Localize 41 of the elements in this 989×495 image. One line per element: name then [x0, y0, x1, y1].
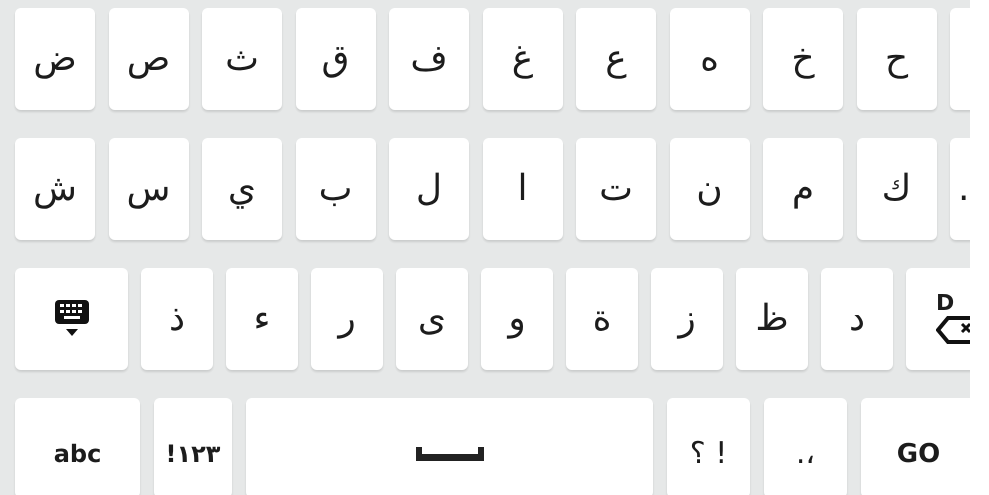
letter-key[interactable]: ت [576, 138, 656, 240]
letter-key[interactable]: خ [763, 8, 843, 110]
backspace-icon [936, 315, 970, 345]
letter-key[interactable]: ش [15, 138, 95, 240]
letter-key[interactable]: ض [15, 8, 95, 110]
letter-key[interactable]: ح [856, 8, 936, 110]
letter-key[interactable]: ر [311, 268, 383, 370]
space-icon [416, 447, 484, 461]
mode-key[interactable]: abc [15, 398, 140, 495]
delete-key[interactable]: D [906, 268, 970, 370]
letter-key[interactable]: ى [396, 268, 468, 370]
letter-key[interactable]: . [950, 138, 970, 240]
letter-key[interactable]: ه [670, 8, 750, 110]
letter-key[interactable]: ة [566, 268, 638, 370]
punctuation-key[interactable]: ؟ ! [667, 398, 750, 495]
letter-key[interactable]: د [821, 268, 893, 370]
letter-key[interactable]: ظ [736, 268, 808, 370]
letter-key[interactable]: ا [482, 138, 562, 240]
letter-key[interactable]: ث [202, 8, 282, 110]
hide-keyboard-icon [54, 300, 88, 338]
letter-key[interactable]: ف [389, 8, 469, 110]
letter-key[interactable]: غ [482, 8, 562, 110]
letter-key[interactable]: ق [296, 8, 376, 110]
go-key[interactable]: GO [861, 398, 970, 495]
letter-key[interactable]: ذ [141, 268, 213, 370]
letter-key[interactable]: ع [576, 8, 656, 110]
letter-key[interactable]: ل [389, 138, 469, 240]
letter-key[interactable]: و [481, 268, 553, 370]
space-key[interactable] [246, 398, 653, 495]
letter-key[interactable]: ز [651, 268, 723, 370]
letter-key[interactable]: ك [856, 138, 936, 240]
letter-key[interactable]: س [108, 138, 188, 240]
letter-key[interactable]: ب [296, 138, 376, 240]
letter-key[interactable]: ن [670, 138, 750, 240]
letter-key[interactable]: ص [108, 8, 188, 110]
letter-key[interactable]: ي [202, 138, 282, 240]
punctuation-key[interactable]: .، [764, 398, 847, 495]
hide-keyboard-key[interactable] [15, 268, 128, 370]
letter-key[interactable]: ء [226, 268, 298, 370]
mode-key[interactable]: !١٢٣ [154, 398, 232, 495]
letter-key[interactable]: م [763, 138, 843, 240]
